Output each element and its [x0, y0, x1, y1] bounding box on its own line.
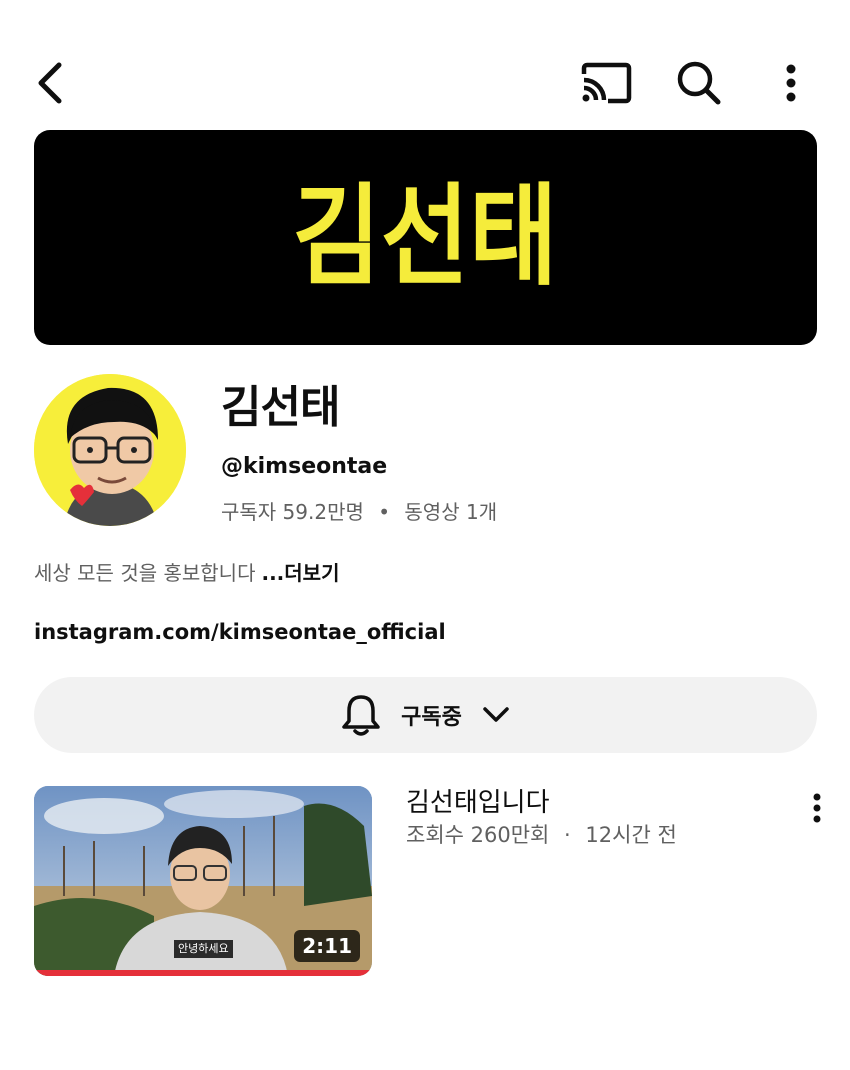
- description-text: 세상 모든 것을 홍보합니다: [34, 561, 256, 585]
- stat-separator: •: [378, 500, 391, 524]
- back-button[interactable]: [30, 60, 70, 106]
- more-link[interactable]: ...더보기: [261, 561, 339, 585]
- search-icon: [677, 61, 721, 105]
- top-app-bar: [0, 0, 850, 130]
- watch-progress-bar: [34, 970, 372, 976]
- channel-name: 김선태: [221, 382, 340, 433]
- cast-icon: [581, 62, 632, 104]
- meta-separator: ·: [564, 823, 571, 847]
- more-vertical-icon: [786, 64, 796, 102]
- avatar-illustration: [34, 374, 186, 526]
- video-caption: 안녕하세요: [174, 940, 233, 958]
- chevron-down-icon: [483, 707, 509, 722]
- channel-banner: 김선태: [34, 130, 817, 345]
- channel-stats: 구독자 59.2만명 • 동영상 1개: [221, 497, 497, 527]
- cast-button[interactable]: [578, 60, 634, 106]
- channel-description[interactable]: 세상 모든 것을 홍보합니다 ...더보기: [34, 558, 339, 588]
- video-more-button[interactable]: [802, 788, 832, 828]
- upload-age: 12시간 전: [585, 823, 677, 847]
- subscribe-label: 구독중: [401, 705, 462, 730]
- more-vertical-icon: [813, 793, 821, 823]
- video-title[interactable]: 김선태입니다: [406, 786, 550, 820]
- channel-link[interactable]: instagram.com/kimseontae_official: [34, 617, 446, 647]
- back-arrow-icon: [38, 62, 62, 104]
- subscribed-button[interactable]: 구독중: [34, 677, 817, 753]
- bell-icon: [342, 695, 380, 736]
- video-meta: 조회수 260만회 · 12시간 전: [406, 820, 677, 850]
- channel-handle: @kimseontae: [221, 454, 388, 479]
- video-count: 동영상 1개: [404, 500, 498, 524]
- video-duration: 2:11: [294, 930, 360, 962]
- video-thumbnail[interactable]: 안녕하세요 2:11: [34, 786, 372, 976]
- more-options-button[interactable]: [774, 60, 808, 106]
- channel-avatar[interactable]: [34, 374, 186, 526]
- view-count: 조회수 260만회: [406, 823, 550, 847]
- subscriber-count: 구독자 59.2만명: [221, 500, 364, 524]
- video-list-item[interactable]: 안녕하세요 2:11 김선태입니다 조회수 260만회 · 12시간 전: [34, 786, 824, 978]
- banner-artwork: 김선태: [293, 173, 558, 301]
- banner-title: 김선태: [293, 173, 558, 301]
- search-button[interactable]: [672, 58, 726, 108]
